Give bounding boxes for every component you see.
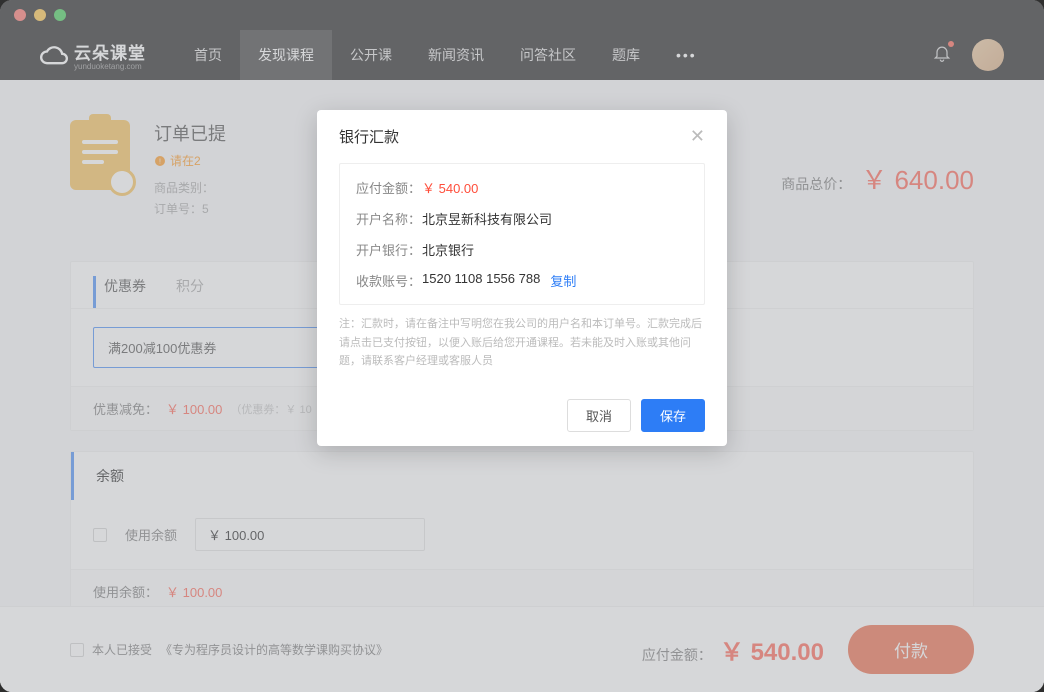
copy-button[interactable]: 复制 [550, 271, 576, 290]
modal-title: 银行汇款 [339, 126, 399, 147]
app-window: 云朵课堂 yunduoketang.com 首页 发现课程 公开课 新闻资讯 问… [0, 0, 1044, 692]
bank-label: 开户银行： [356, 240, 422, 259]
close-icon[interactable]: ✕ [690, 126, 705, 147]
cancel-button[interactable]: 取消 [567, 399, 631, 432]
account-value: 1520 1108 1556 788 [422, 271, 540, 290]
transfer-info: 应付金额： ￥ 540.00 开户名称： 北京昱新科技有限公司 开户银行： 北京… [339, 163, 705, 305]
holder-value: 北京昱新科技有限公司 [422, 209, 552, 228]
amount-label: 应付金额： [356, 178, 422, 197]
modal-overlay[interactable]: 银行汇款 ✕ 应付金额： ￥ 540.00 开户名称： 北京昱新科技有限公司 开… [0, 0, 1044, 692]
save-button[interactable]: 保存 [641, 399, 705, 432]
bank-value: 北京银行 [422, 240, 474, 259]
modal-body: 应付金额： ￥ 540.00 开户名称： 北京昱新科技有限公司 开户银行： 北京… [317, 163, 727, 385]
holder-label: 开户名称： [356, 209, 422, 228]
amount-value: ￥ 540.00 [422, 178, 478, 197]
transfer-note: 注：汇款时，请在备注中写明您在我公司的用户名和本订单号。汇款完成后请点击已支付按… [339, 315, 705, 371]
account-label: 收款账号： [356, 271, 422, 290]
modal-footer: 取消 保存 [317, 385, 727, 446]
bank-transfer-modal: 银行汇款 ✕ 应付金额： ￥ 540.00 开户名称： 北京昱新科技有限公司 开… [317, 110, 727, 446]
modal-header: 银行汇款 ✕ [317, 110, 727, 163]
